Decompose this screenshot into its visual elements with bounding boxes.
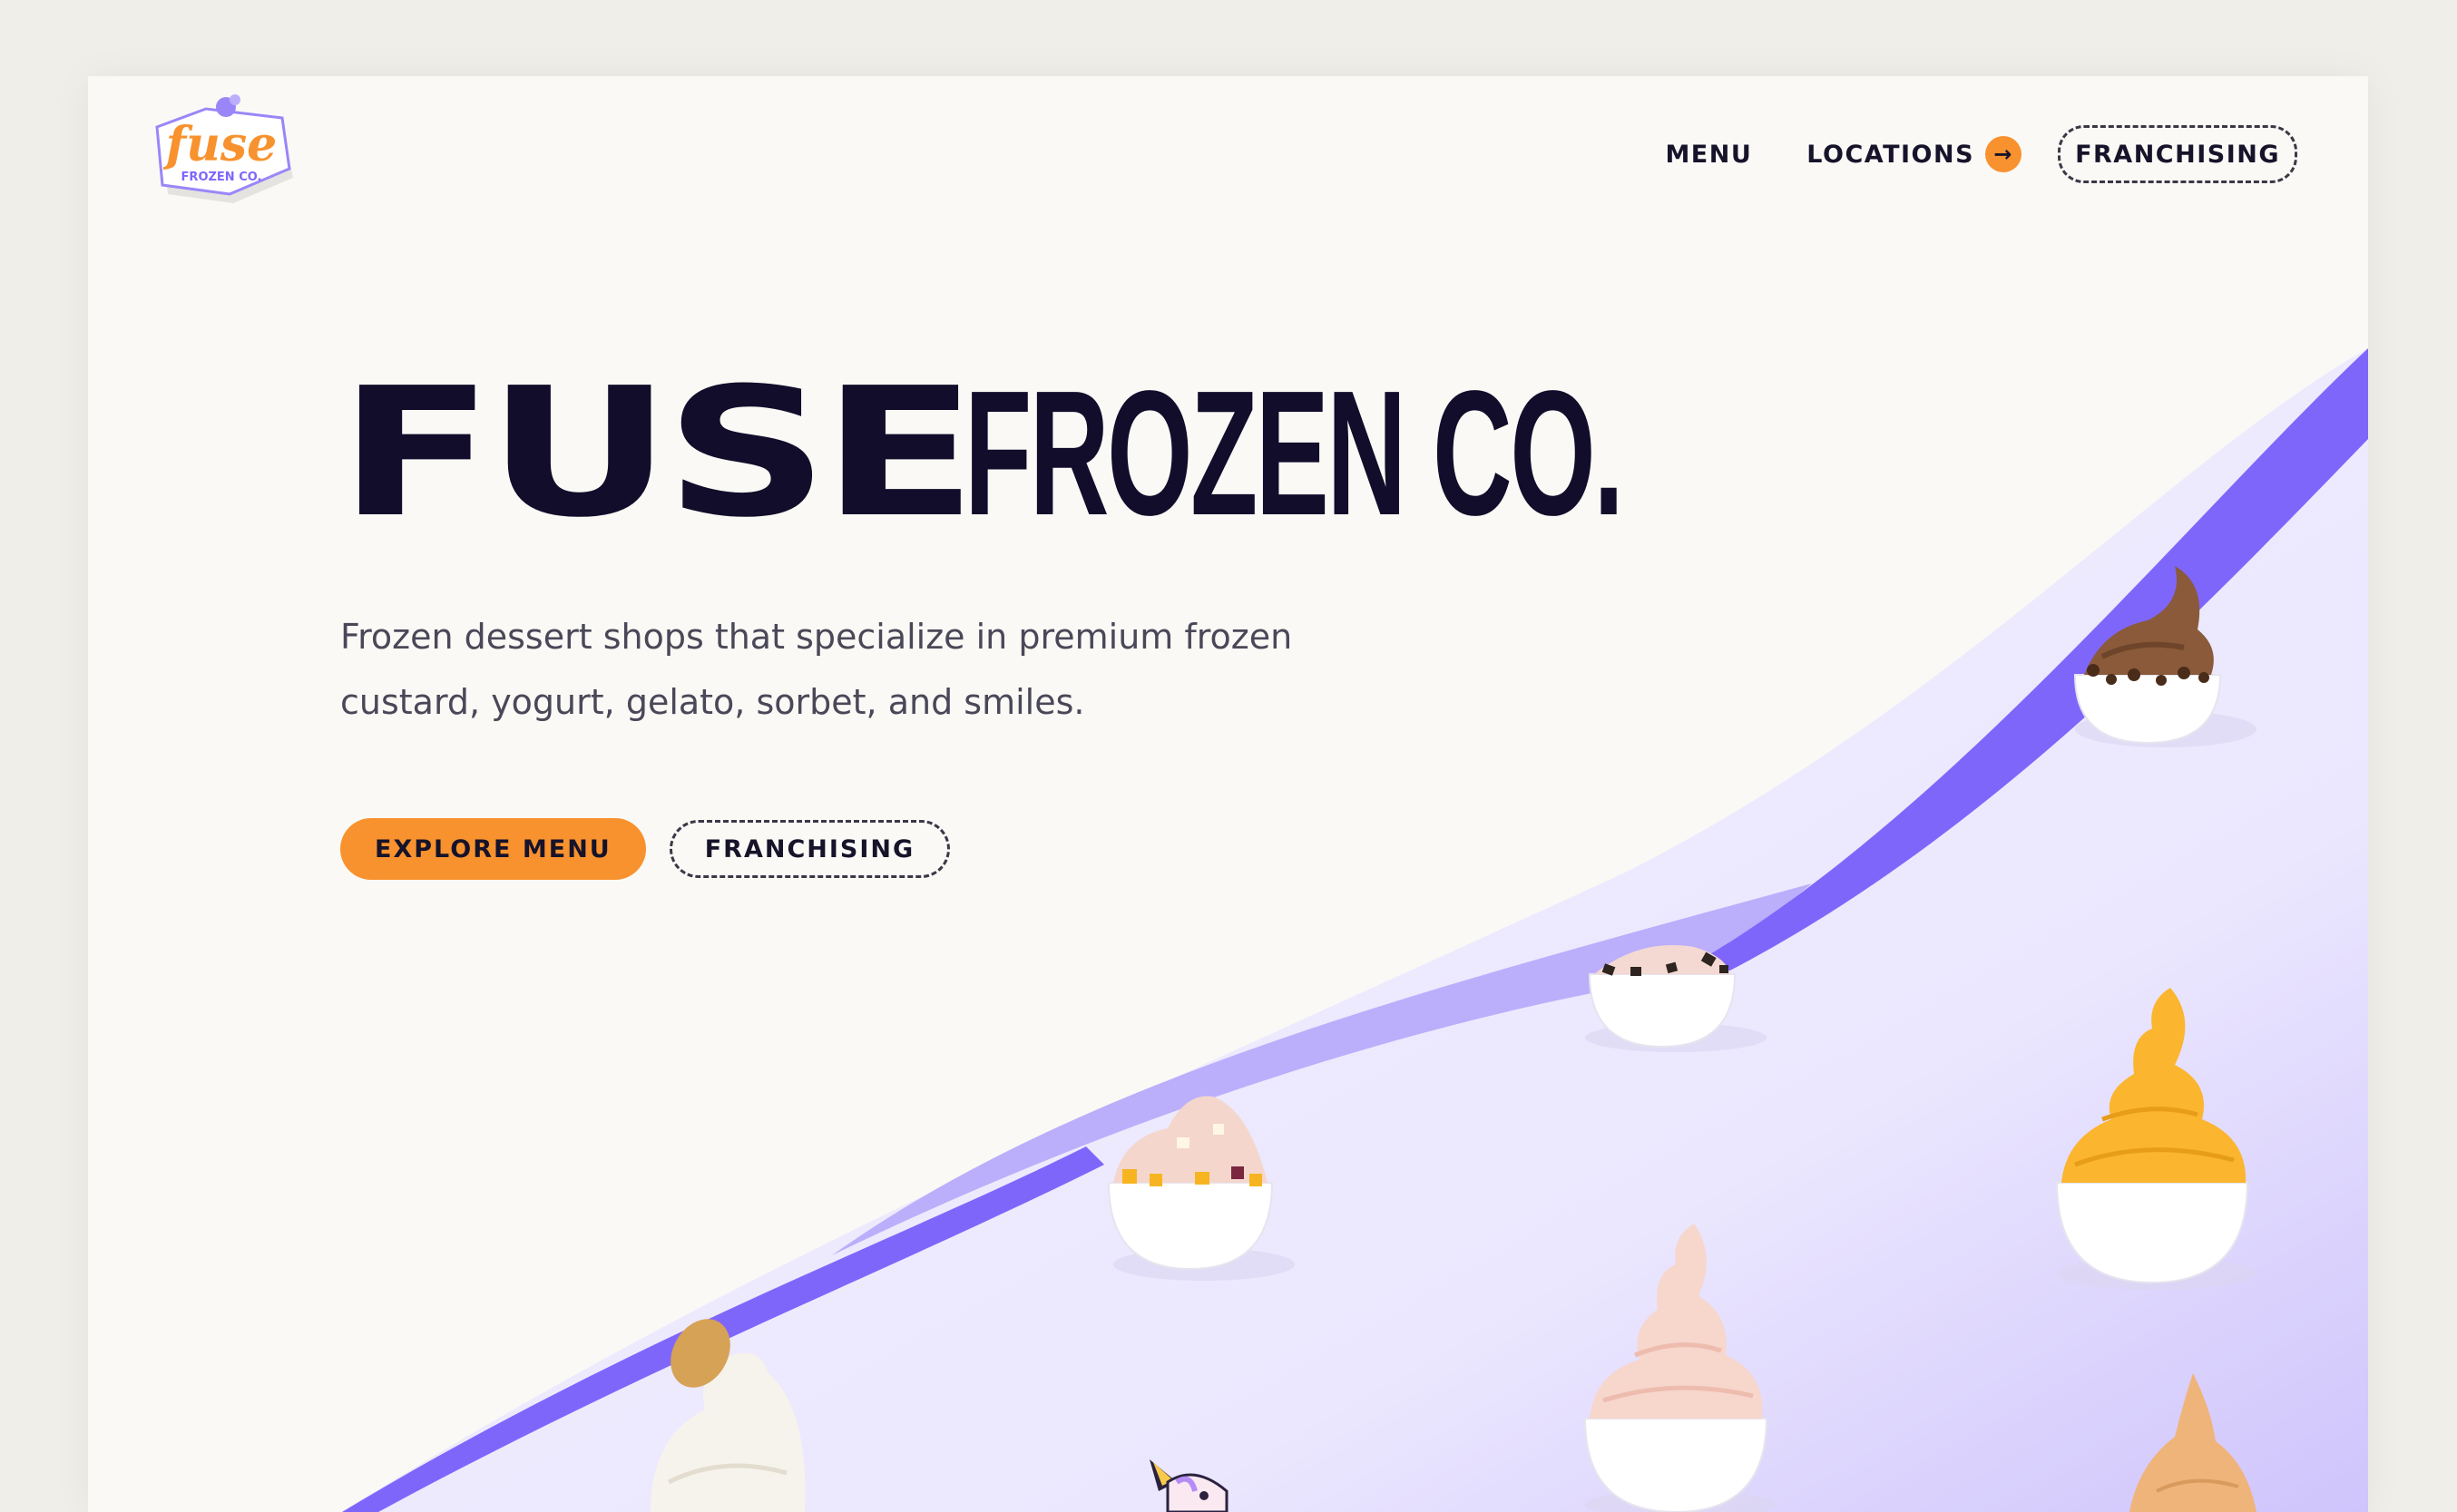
browser-page: fuse FROZEN CO. MENU LOCATIONS → FRANCHI…	[88, 76, 2368, 1512]
nav-menu-label: MENU	[1665, 140, 1753, 169]
purple-wave-background	[342, 348, 2368, 1512]
franchising-button[interactable]: FRANCHISING	[669, 820, 951, 878]
franchising-label: FRANCHISING	[704, 834, 915, 863]
top-navigation: MENU LOCATIONS → FRANCHISING	[1665, 125, 2297, 183]
svg-text:FROZEN CO.: FROZEN CO.	[181, 171, 262, 184]
nav-locations-link[interactable]: LOCATIONS →	[1806, 136, 2022, 172]
strawberry-swirl-cup-image	[1583, 1224, 1776, 1512]
chocolate-custard-cup-image	[2073, 566, 2256, 747]
fuse-frozen-co-logo[interactable]: fuse FROZEN CO.	[146, 93, 300, 219]
hero-subtitle: Frozen dessert shops that specialize in …	[340, 617, 1293, 722]
fruit-topped-yogurt-cup-image	[1107, 1096, 1295, 1281]
banana-pudding-custard-cup-image	[651, 1319, 806, 1512]
cookies-and-cream-cup-image	[1585, 945, 1767, 1052]
hero-title: FUSE FROZEN CO.	[338, 365, 1624, 543]
explore-menu-button[interactable]: EXPLORE MENU	[340, 818, 646, 880]
hero-cta-group: EXPLORE MENU FRANCHISING	[340, 818, 951, 880]
hero-title-bold: FUSE	[338, 350, 977, 557]
nav-franchising-label: FRANCHISING	[2075, 140, 2280, 169]
nav-locations-label: LOCATIONS	[1806, 140, 1975, 169]
explore-menu-label: EXPLORE MENU	[375, 834, 612, 863]
arrow-right-icon: →	[1985, 136, 2022, 172]
hero-title-condensed: FROZEN CO.	[964, 354, 1624, 552]
mango-sorbet-cup-image	[2055, 988, 2256, 1290]
peanut-butter-cone-image	[2129, 1373, 2256, 1512]
nav-franchising-button[interactable]: FRANCHISING	[2058, 125, 2297, 183]
unicorn-topping-image	[1150, 1459, 1228, 1512]
nav-menu-link[interactable]: MENU	[1665, 141, 1752, 169]
svg-text:fuse: fuse	[162, 117, 278, 172]
